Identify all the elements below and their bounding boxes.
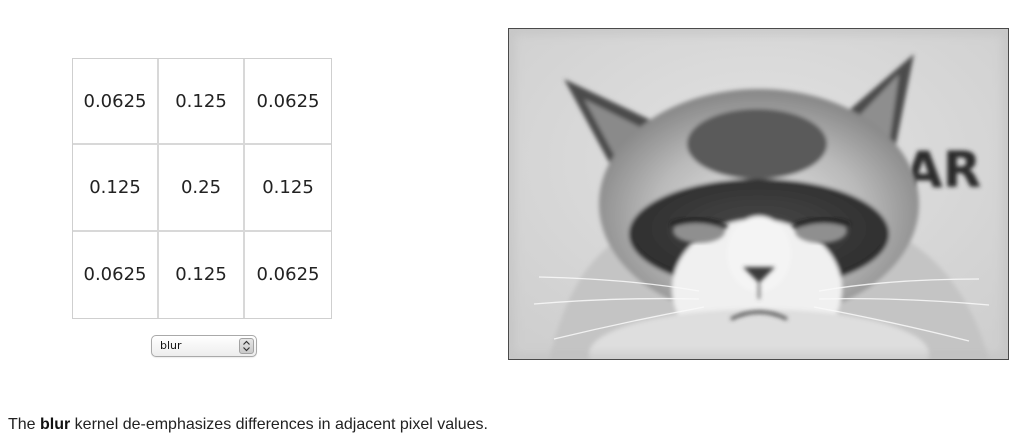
output-image: AR <box>508 28 1009 360</box>
kernel-cell <box>73 59 159 146</box>
kernel-cell <box>73 231 159 318</box>
kernel-cell <box>159 145 245 232</box>
kernel-cell <box>245 232 331 318</box>
kernel-value-input[interactable] <box>159 264 243 286</box>
kernel-value-input[interactable] <box>245 176 331 198</box>
kernel-value-input[interactable] <box>73 176 157 198</box>
kernel-value-input[interactable] <box>159 90 243 112</box>
caption-kernel-name: blur <box>40 416 71 433</box>
kernel-value-input[interactable] <box>245 264 331 286</box>
kernel-select-value: blur <box>160 339 182 352</box>
kernel-value-input[interactable] <box>73 90 157 112</box>
kernel-matrix <box>72 58 332 319</box>
kernel-cell <box>159 231 245 318</box>
kernel-cell <box>159 59 245 146</box>
kernel-select[interactable]: blur <box>151 335 257 357</box>
kernel-value-input[interactable] <box>73 264 157 286</box>
select-arrows-icon <box>239 338 254 354</box>
kernel-value-input[interactable] <box>159 176 243 198</box>
cat-photo: AR <box>509 29 1008 359</box>
kernel-cell <box>73 145 159 232</box>
kernel-cell <box>245 145 331 232</box>
kernel-value-input[interactable] <box>245 90 331 112</box>
caption-prefix: The <box>8 416 41 433</box>
kernel-cell <box>245 59 331 146</box>
kernel-description: The blur kernel de-emphasizes difference… <box>8 416 488 434</box>
caption-suffix: kernel de-emphasizes differences in adja… <box>70 416 488 433</box>
